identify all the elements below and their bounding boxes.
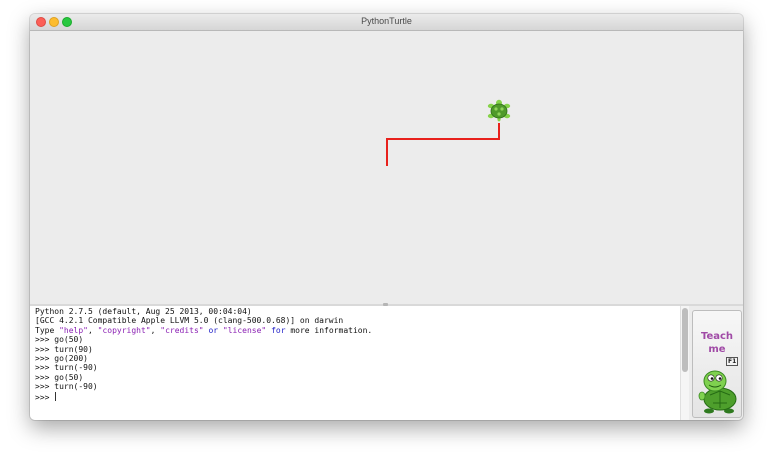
turtle-icon: [487, 99, 511, 122]
banner-help: "help": [59, 325, 88, 335]
shell-prompt: >>>: [35, 344, 55, 354]
shell-banner-line-1: Python 2.7.5 (default, Aug 25 2013, 00:0…: [35, 307, 252, 316]
shell-history-line: >>> turn(-90): [35, 382, 675, 391]
shell-prompt: >>>: [35, 354, 55, 364]
shell-prompt: >>>: [35, 392, 55, 402]
teach-me-button[interactable]: Teach me F1: [692, 310, 742, 418]
shell-history-line: >>> go(50): [35, 373, 675, 382]
shell-command: go(50): [54, 372, 84, 382]
title-bar: PythonTurtle: [30, 14, 743, 31]
scrollbar-thumb[interactable]: [682, 308, 688, 372]
text-cursor: [55, 391, 57, 401]
shell-command: go(200): [54, 354, 88, 364]
python-shell[interactable]: Python 2.7.5 (default, Aug 25 2013, 00:0…: [30, 306, 680, 420]
banner-prefix: Type: [35, 325, 60, 335]
shell-history-line: >>> go(50): [35, 335, 675, 344]
banner-sep-2: ,: [150, 325, 161, 335]
shell-scrollbar[interactable]: [680, 306, 689, 420]
shell-prompt: >>>: [35, 382, 55, 392]
shell-history-line: >>> turn(-90): [35, 363, 675, 372]
help-panel: Teach me F1: [689, 306, 743, 420]
shell-banner-line-3: Type "help", "copyright", "credits" or "…: [35, 326, 675, 335]
shell-prompt: >>>: [35, 363, 55, 373]
turtle-mascot-icon: [698, 370, 737, 414]
teach-me-label-line-1: Teach: [700, 331, 734, 342]
shell-command: turn(90): [54, 344, 93, 354]
turtle-canvas: [30, 31, 743, 304]
banner-license: "license": [222, 325, 267, 335]
turtle-path: [386, 123, 500, 166]
shell-command: turn(-90): [54, 382, 98, 392]
banner-or: or: [203, 325, 223, 335]
banner-credits: "credits": [160, 325, 204, 335]
banner-sep-1: ,: [88, 325, 98, 335]
shell-command: turn(-90): [54, 363, 98, 373]
shell-banner-line-2: [GCC 4.2.1 Compatible Apple LLVM 5.0 (cl…: [35, 316, 344, 326]
shell-input-line[interactable]: >>>: [35, 391, 675, 402]
banner-for: for: [266, 325, 286, 335]
banner-suffix: more information.: [285, 325, 373, 335]
app-window: PythonTurtle Python 2.7.5 (default, Aug …: [30, 14, 743, 420]
banner-copyright: "copyright": [97, 325, 151, 335]
shell-prompt: >>>: [35, 335, 55, 345]
shell-history-line: >>> turn(90): [35, 345, 675, 354]
shell-command: go(50): [54, 335, 84, 345]
window-title: PythonTurtle: [361, 16, 412, 26]
f1-shortcut-badge: F1: [726, 357, 739, 366]
shell-history-line: >>> go(200): [35, 354, 675, 363]
teach-me-label-line-2: me: [708, 344, 726, 355]
turtle-drawing: [386, 99, 511, 166]
shell-prompt: >>>: [35, 372, 55, 382]
